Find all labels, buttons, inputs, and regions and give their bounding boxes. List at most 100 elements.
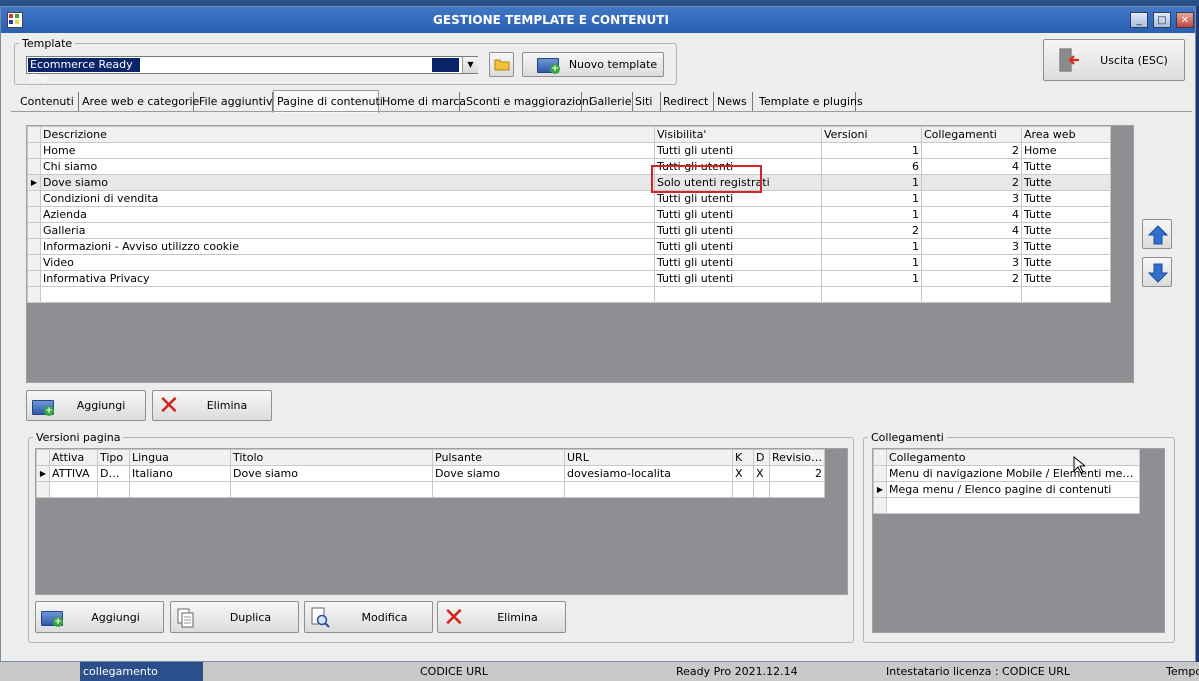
close-button[interactable]: ✕ [1176, 12, 1194, 28]
column-header[interactable]: K [732, 449, 754, 466]
column-header[interactable]: Descrizione [40, 126, 655, 143]
cell-area-web[interactable]: Tutte [1021, 174, 1111, 191]
tab-home-marca[interactable]: Home di marca [379, 92, 466, 111]
cell-visibilita[interactable]: Tutti gli utenti [654, 222, 822, 239]
tab-gallerie[interactable]: Gallerie [586, 92, 633, 111]
cell-area-web[interactable]: Tutte [1021, 270, 1111, 287]
cell-attiva[interactable]: ATTIVA [49, 465, 98, 482]
column-header[interactable]: Revisione [769, 449, 825, 466]
tab-pagine-contenuti[interactable]: Pagine di contenuti [273, 90, 383, 113]
empty-cell[interactable] [129, 481, 231, 498]
cell-descrizione[interactable]: Home [40, 142, 655, 159]
table-row[interactable]: Informativa Privacy Tutti gli utenti 1 2 Tut… [27, 270, 1111, 287]
table-row[interactable]: ▶ ATTIVA D+M Italiano Dove siamo Dove si… [36, 465, 825, 482]
cell-collegamenti[interactable]: 2 [921, 174, 1022, 191]
cell-versioni[interactable]: 1 [821, 270, 922, 287]
cell-descrizione[interactable]: Informazioni - Avviso utilizzo cookie [40, 238, 655, 255]
cell-titolo[interactable]: Dove siamo [230, 465, 433, 482]
cell-versioni[interactable]: 1 [821, 174, 922, 191]
table-row[interactable]: ▶ Mega menu / Elenco pagine di contenuti [873, 481, 1140, 498]
cell-area-web[interactable]: Tutte [1021, 254, 1111, 271]
column-header[interactable]: Lingua [129, 449, 231, 466]
cell-area-web[interactable]: Tutte [1021, 222, 1111, 239]
exit-button[interactable]: Uscita (ESC) [1043, 39, 1185, 81]
table-row-empty[interactable] [27, 286, 1111, 303]
empty-cell[interactable] [769, 481, 825, 498]
link-cell[interactable]: Mega menu / Elenco pagine di contenuti [886, 481, 1140, 498]
table-row[interactable]: Informazioni - Avviso utilizzo cookie Tut… [27, 238, 1111, 255]
maximize-button[interactable]: □ [1153, 12, 1171, 28]
cell-area-web[interactable]: Tutte [1021, 158, 1111, 175]
cell-collegamenti[interactable]: 3 [921, 254, 1022, 271]
cell-descrizione[interactable]: Condizioni di vendita [40, 190, 655, 207]
cell-visibilita[interactable]: Tutti gli utenti [654, 142, 822, 159]
cell-d[interactable]: X [753, 465, 770, 482]
tab-sconti[interactable]: Sconti e maggiorazioni [463, 92, 592, 111]
cell-descrizione[interactable]: Chi siamo [40, 158, 655, 175]
tab-template-plugins[interactable]: Template e plugins [756, 92, 863, 111]
column-header[interactable]: URL [564, 449, 733, 466]
cell-area-web[interactable]: Tutte [1021, 206, 1111, 223]
cell-collegamenti[interactable]: 4 [921, 206, 1022, 223]
table-row[interactable]: ▶ Dove siamo Solo utenti registrati 1 2 Tutte [27, 174, 1111, 191]
empty-cell[interactable] [732, 481, 754, 498]
delete-page-button[interactable]: ✕ Elimina [152, 390, 272, 421]
column-header[interactable]: D [753, 449, 770, 466]
table-row[interactable]: Azienda Tutti gli utenti 1 4 Tutte [27, 206, 1111, 223]
table-row-empty[interactable] [36, 481, 825, 498]
empty-cell[interactable] [1021, 286, 1111, 303]
cell-url[interactable]: dovesiamo-localita [564, 465, 733, 482]
table-row[interactable]: Condizioni di vendita Tutti gli utenti 1 3 T… [27, 190, 1111, 207]
empty-cell[interactable] [49, 481, 98, 498]
cell-k[interactable]: X [732, 465, 754, 482]
cell-descrizione[interactable]: Informativa Privacy [40, 270, 655, 287]
column-header[interactable]: Attiva [49, 449, 98, 466]
column-header[interactable]: Versioni [821, 126, 922, 143]
tab-redirect[interactable]: Redirect [660, 92, 714, 111]
add-version-button[interactable]: + Aggiungi [35, 601, 164, 633]
new-template-button[interactable]: + Nuovo template [522, 52, 664, 77]
links-grid[interactable]: Collegamento Menu di navigazione Mobile … [872, 448, 1165, 633]
versions-grid[interactable]: Attiva Tipo Lingua Titolo Pulsante URL K… [35, 448, 848, 595]
tab-aree-web[interactable]: Aree web e categorie [79, 92, 199, 111]
cell-descrizione[interactable]: Galleria [40, 222, 655, 239]
column-header[interactable]: Visibilita' [654, 126, 822, 143]
minimize-button[interactable]: _ [1130, 12, 1148, 28]
cell-versioni[interactable]: 2 [821, 222, 922, 239]
open-folder-button[interactable] [489, 52, 514, 77]
title-bar[interactable]: GESTIONE TEMPLATE E CONTENUTI _ □ ✕ [1, 7, 1195, 33]
cell-collegamenti[interactable]: 2 [921, 142, 1022, 159]
empty-cell[interactable] [921, 286, 1022, 303]
empty-cell[interactable] [564, 481, 733, 498]
add-page-button[interactable]: + Aggiungi [26, 390, 146, 421]
cell-tipo[interactable]: D+M [97, 465, 130, 482]
chevron-down-icon[interactable]: ▼ [462, 57, 478, 73]
cell-visibilita[interactable]: Tutti gli utenti [654, 254, 822, 271]
cell-descrizione[interactable]: Dove siamo [40, 174, 655, 191]
empty-cell[interactable] [821, 286, 922, 303]
duplicate-version-button[interactable]: Duplica [170, 601, 299, 633]
cell-visibilita[interactable]: Tutti gli utenti [654, 206, 822, 223]
empty-cell[interactable] [40, 286, 655, 303]
cell-versioni[interactable]: 1 [821, 206, 922, 223]
cell-visibilita[interactable]: Tutti gli utenti [654, 270, 822, 287]
cell-versioni[interactable]: 1 [821, 190, 922, 207]
cell-descrizione[interactable]: Azienda [40, 206, 655, 223]
move-up-button[interactable] [1142, 219, 1172, 249]
table-row[interactable]: Home Tutti gli utenti 1 2 Home [27, 142, 1111, 159]
cell-revisione[interactable]: 2 [769, 465, 825, 482]
column-header[interactable]: Collegamento [886, 449, 1140, 466]
cell-versioni[interactable]: 1 [821, 238, 922, 255]
tab-contenuti[interactable]: Contenuti [17, 92, 79, 111]
table-row[interactable]: Video Tutti gli utenti 1 3 Tutte [27, 254, 1111, 271]
cell-collegamenti[interactable]: 4 [921, 222, 1022, 239]
empty-cell[interactable] [230, 481, 433, 498]
cell-lingua[interactable]: Italiano [129, 465, 231, 482]
empty-cell[interactable] [432, 481, 565, 498]
cell-versioni[interactable]: 1 [821, 142, 922, 159]
delete-version-button[interactable]: ✕ Elimina [437, 601, 566, 633]
table-row[interactable]: Chi siamo Tutti gli utenti 6 4 Tutte [27, 158, 1111, 175]
cell-collegamenti[interactable]: 2 [921, 270, 1022, 287]
edit-version-button[interactable]: Modifica [304, 601, 433, 633]
cell-visibilita[interactable]: Tutti gli utenti [654, 238, 822, 255]
